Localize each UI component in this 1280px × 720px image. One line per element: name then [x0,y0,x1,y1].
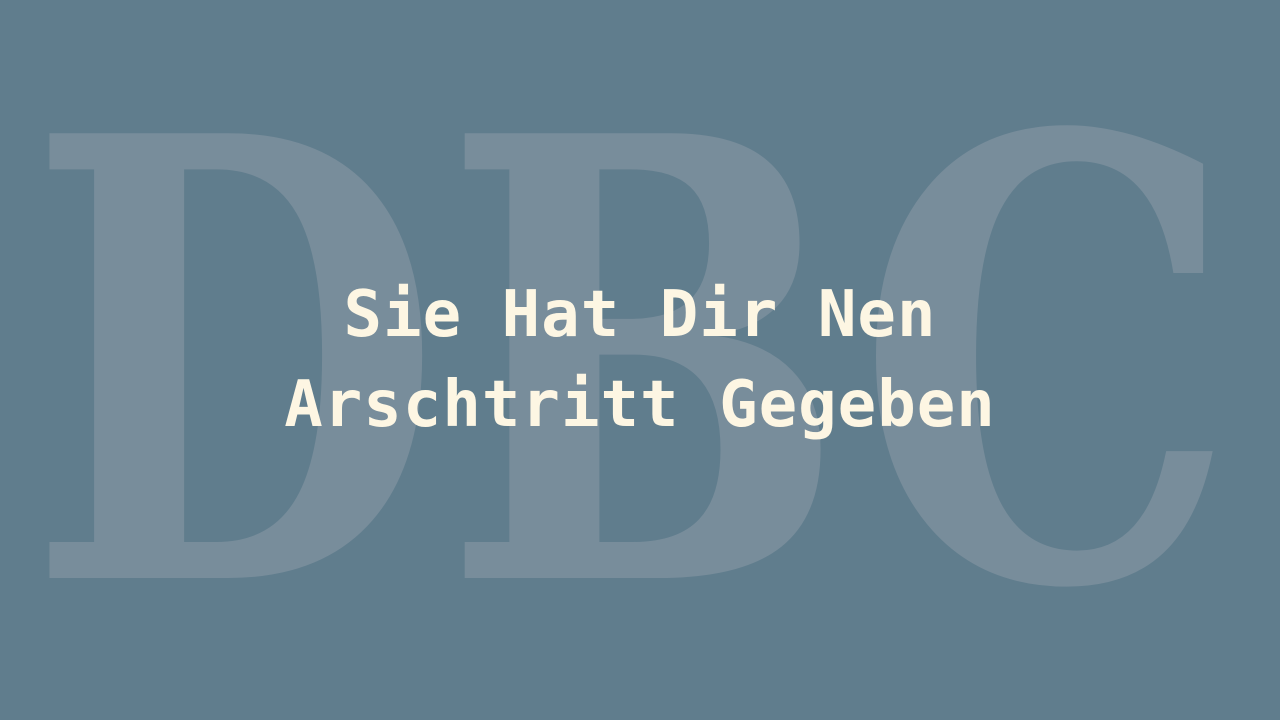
title-line-1: Sie Hat Dir Nen [343,278,937,352]
title-line-2: Arschtritt Gegeben [284,368,996,442]
title-container: Sie Hat Dir Nen Arschtritt Gegeben [0,0,1280,720]
page-title: Sie Hat Dir Nen Arschtritt Gegeben [190,270,1090,450]
